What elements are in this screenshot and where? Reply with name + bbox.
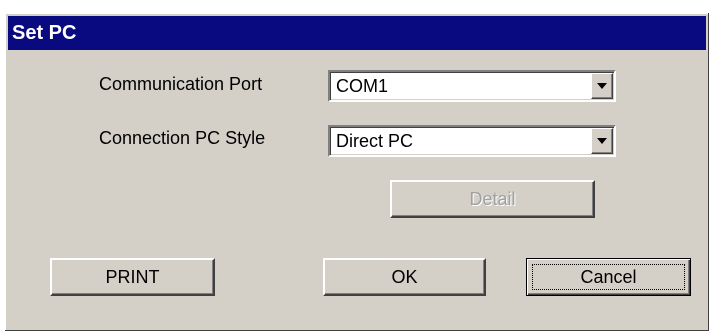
communication-port-value: COM1 [336,76,389,96]
connection-pc-style-value: Direct PC [336,131,414,151]
ok-button[interactable]: OK [323,258,486,296]
cancel-button-label: Cancel [532,264,685,290]
connection-pc-style-label: Connection PC Style [99,128,266,148]
chevron-down-icon[interactable] [591,128,613,154]
dialog-title: Set PC [8,16,706,50]
print-button[interactable]: PRINT [50,258,215,296]
communication-port-label: Communication Port [99,74,263,94]
cancel-button[interactable]: Cancel [526,258,691,296]
chevron-down-icon[interactable] [591,73,613,99]
detail-button[interactable]: Detail [390,180,595,218]
connection-pc-style-select[interactable]: Direct PC [328,125,616,157]
set-pc-dialog: Set PC Communication Port COM1 Connectio… [5,13,709,331]
communication-port-select[interactable]: COM1 [328,70,616,102]
